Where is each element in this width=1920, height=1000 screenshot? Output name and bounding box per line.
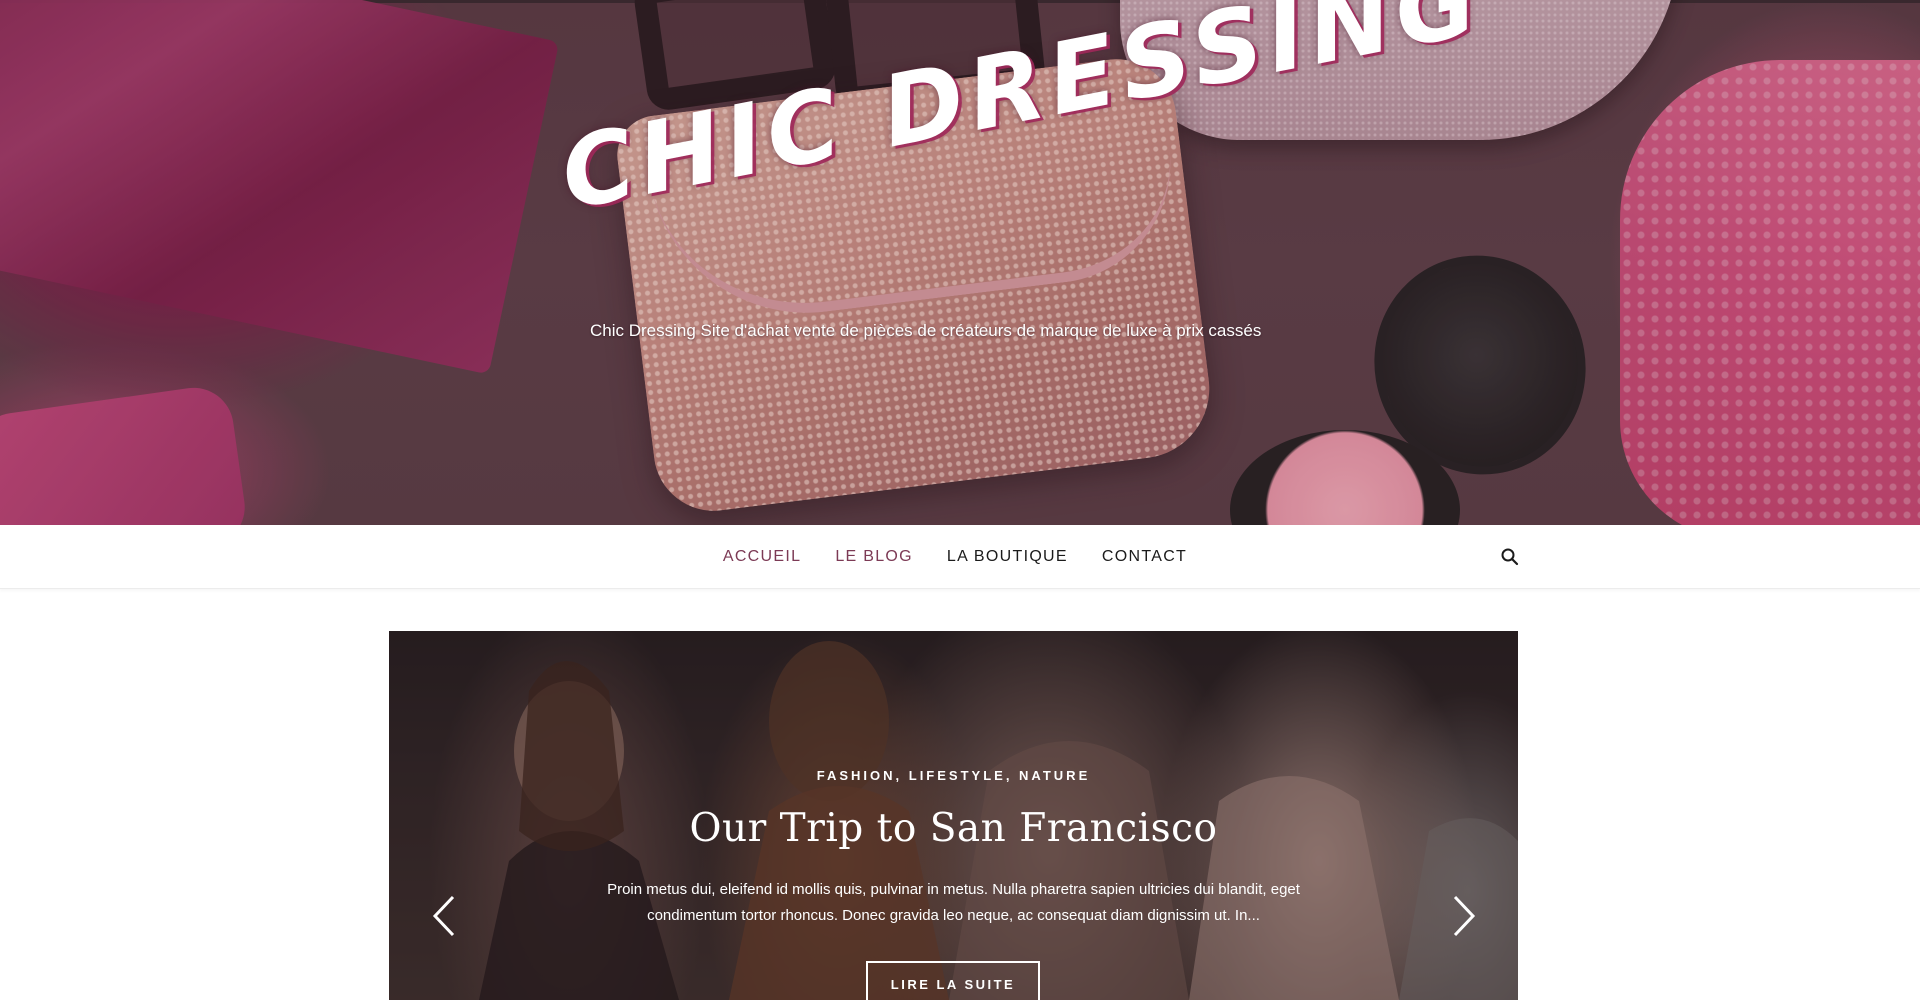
search-icon[interactable]	[1500, 547, 1520, 567]
site-tagline: Chic Dressing Site d'achat vente de pièc…	[590, 321, 1262, 340]
nav-item-la-boutique[interactable]: LA BOUTIQUE	[947, 548, 1068, 566]
nav-item-accueil[interactable]: ACCUEIL	[723, 548, 801, 566]
nav-item-contact[interactable]: CONTACT	[1102, 548, 1187, 566]
main-navigation: ACCUEIL LE BLOG LA BOUTIQUE CONTACT	[0, 525, 1920, 589]
slide: FASHION, LIFESTYLE, NATURE Our Trip to S…	[389, 631, 1518, 1000]
site-header: CHIC DRESSING Chic Dressing Site d'achat…	[0, 0, 1920, 525]
nav-item-le-blog[interactable]: LE BLOG	[835, 548, 913, 566]
nav-menu: ACCUEIL LE BLOG LA BOUTIQUE CONTACT	[0, 525, 1920, 589]
search-icon-graphic	[1501, 548, 1519, 566]
chevron-right-graphic	[1453, 895, 1476, 937]
chevron-left-graphic	[432, 895, 455, 937]
read-more-button[interactable]: LIRE LA SUITE	[866, 961, 1040, 1000]
chevron-left-icon[interactable]	[429, 893, 459, 939]
slide-title[interactable]: Our Trip to San Francisco	[389, 806, 1518, 851]
chevron-right-icon[interactable]	[1449, 893, 1479, 939]
featured-slider: FASHION, LIFESTYLE, NATURE Our Trip to S…	[389, 631, 1518, 1000]
slide-categories[interactable]: FASHION, LIFESTYLE, NATURE	[389, 768, 1518, 783]
slide-excerpt: Proin metus dui, eleifend id mollis quis…	[607, 881, 1300, 924]
